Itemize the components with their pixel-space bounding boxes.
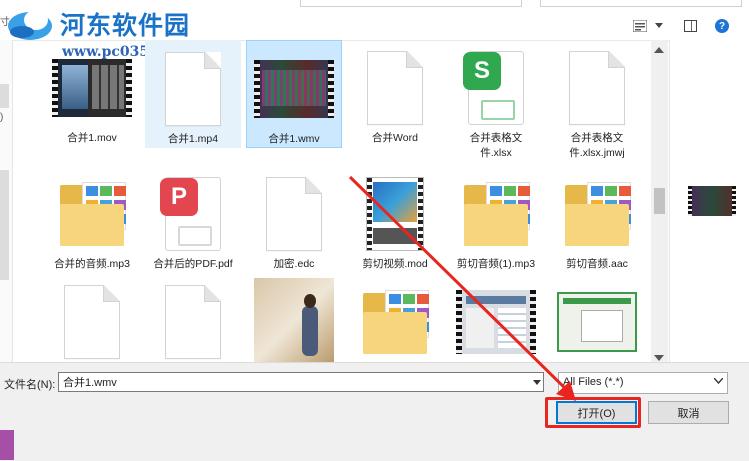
desktop-edge [0,430,14,460]
annotation-arrow-icon [348,175,576,401]
